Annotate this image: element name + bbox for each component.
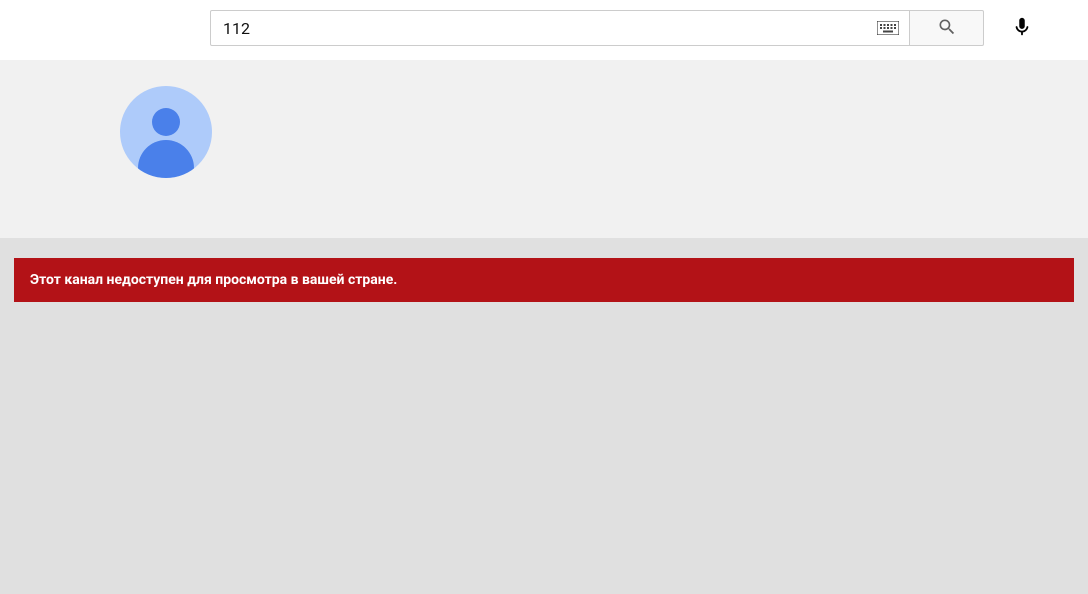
channel-banner	[0, 60, 1088, 238]
search-icon	[937, 17, 957, 40]
header	[0, 0, 1088, 60]
microphone-icon	[1011, 16, 1033, 41]
voice-search-button[interactable]	[1002, 8, 1042, 48]
search-input-wrapper	[210, 10, 910, 46]
avatar-head	[152, 108, 180, 136]
alert-message: Этот канал недоступен для просмотра в ва…	[30, 272, 397, 288]
channel-avatar	[120, 86, 212, 178]
avatar-body	[138, 140, 194, 178]
alert-banner: Этот канал недоступен для просмотра в ва…	[14, 258, 1074, 302]
content-section: Этот канал недоступен для просмотра в ва…	[0, 238, 1088, 594]
search-container	[210, 8, 1042, 48]
keyboard-icon[interactable]	[877, 20, 899, 36]
search-button[interactable]	[910, 10, 984, 46]
search-input[interactable]	[211, 11, 909, 45]
